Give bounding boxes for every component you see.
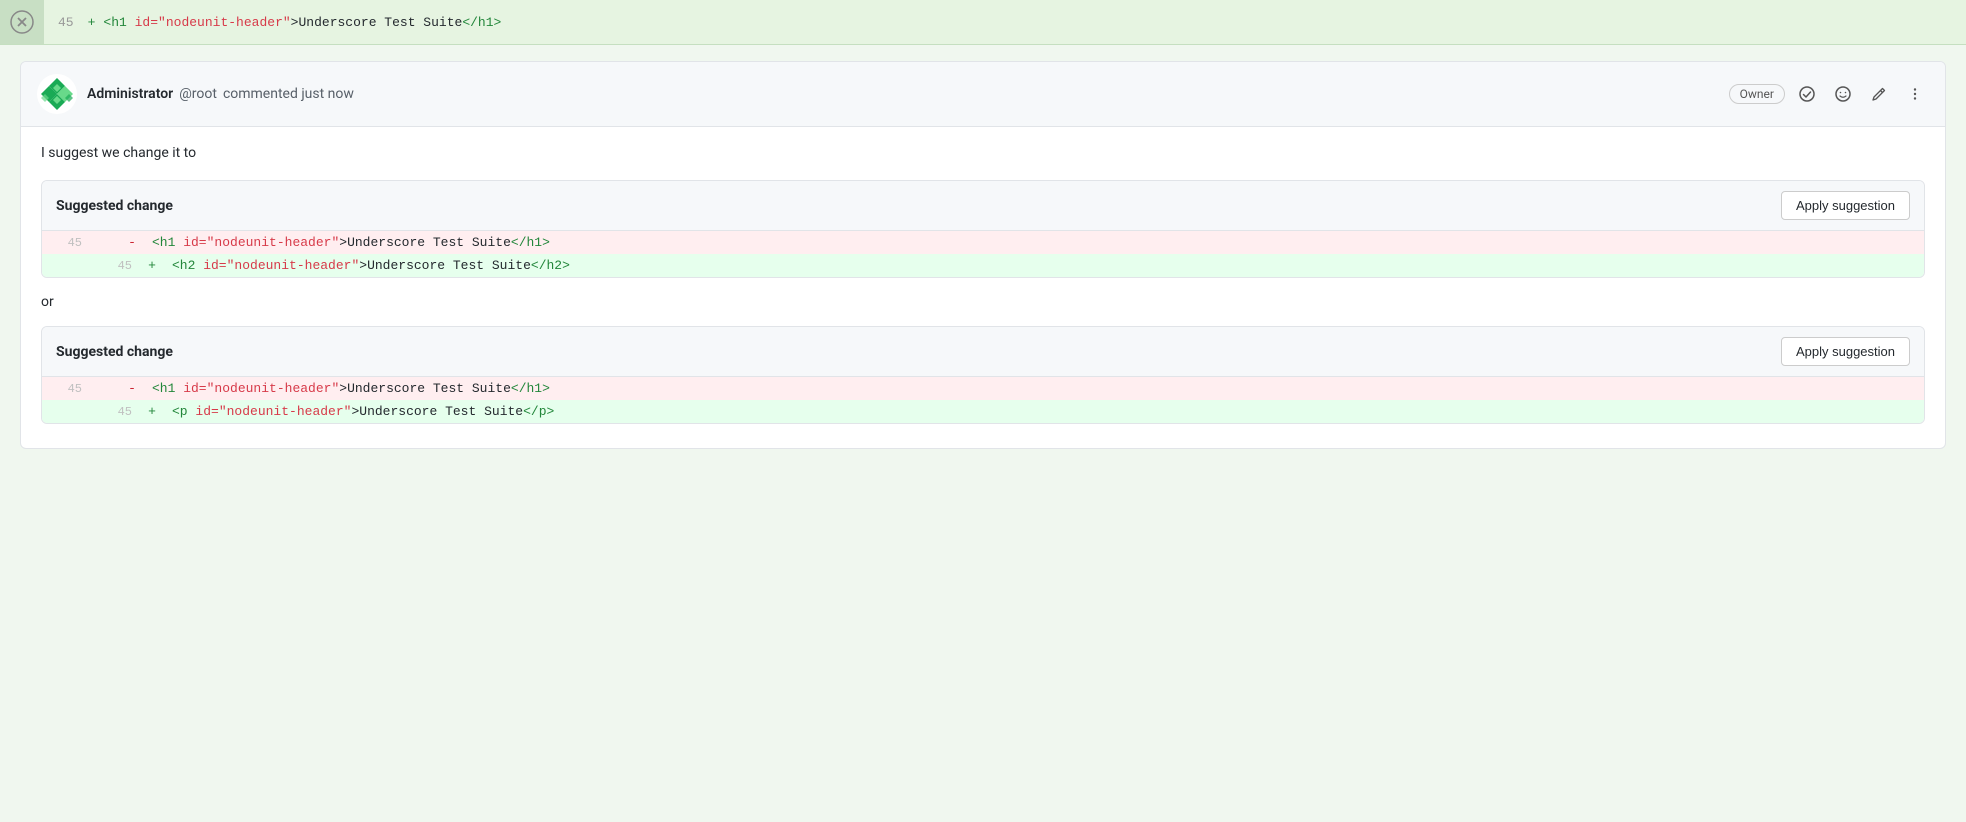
suggestion-box-2: Suggested change Apply suggestion 45 - <… <box>41 326 1925 424</box>
remove-marker-1: - <box>122 235 142 250</box>
diff-code: <h1 id="nodeunit-header">Underscore Test… <box>103 15 501 30</box>
remove-line-number-2: 45 <box>42 382 92 396</box>
comment-header-left: Administrator @root commented just now <box>37 74 354 114</box>
a1-gt: > <box>359 258 367 273</box>
a1-attr: id= <box>195 258 226 273</box>
a2-attr: id= <box>188 404 219 419</box>
remove-marker-2: - <box>122 381 142 396</box>
diff-remove-line-1: 45 - <h1 id="nodeunit-header">Underscore… <box>42 231 1924 254</box>
comment-text: I suggest we change it to <box>41 143 1925 164</box>
r1-tag-open: <h1 <box>152 235 175 250</box>
attr-val: "nodeunit-header" <box>158 15 291 30</box>
a2-text: Underscore Test Suite <box>359 404 523 419</box>
a1-close: </h2> <box>531 258 570 273</box>
line-number: 45 <box>58 15 74 30</box>
r2-text: Underscore Test Suite <box>347 381 511 396</box>
add-line-number-1: 45 <box>92 259 142 273</box>
r1-gt: > <box>339 235 347 250</box>
remove-code-2: <h1 id="nodeunit-header">Underscore Test… <box>142 381 550 396</box>
r2-tag-open: <h1 <box>152 381 175 396</box>
remove-line-number-1: 45 <box>42 236 92 250</box>
a2-close: </p> <box>523 404 554 419</box>
tag-text: Underscore Test Suite <box>298 15 462 30</box>
add-code-1: <h2 id="nodeunit-header">Underscore Test… <box>162 258 570 273</box>
a1-tag-open: <h2 <box>172 258 195 273</box>
comment-card: Administrator @root commented just now O… <box>20 61 1946 449</box>
suggestion-title-2: Suggested change <box>56 344 173 360</box>
add-marker-2: + <box>142 404 162 419</box>
apply-suggestion-button-1[interactable]: Apply suggestion <box>1781 191 1910 220</box>
comment-header-right: Owner <box>1729 82 1929 106</box>
suggestion-box-1: Suggested change Apply suggestion 45 - <… <box>41 180 1925 278</box>
a2-val: "nodeunit-header" <box>219 404 352 419</box>
comment-meta: Administrator @root commented just now <box>87 86 354 102</box>
close-button[interactable] <box>0 0 44 44</box>
emoji-button[interactable] <box>1829 82 1857 106</box>
r2-gt: > <box>339 381 347 396</box>
r1-attr: id= <box>175 235 206 250</box>
tag-close: </h1> <box>462 15 501 30</box>
r1-close: </h1> <box>511 235 550 250</box>
suggestion-header-2: Suggested change Apply suggestion <box>42 327 1924 377</box>
avatar <box>37 74 77 114</box>
apply-suggestion-button-2[interactable]: Apply suggestion <box>1781 337 1910 366</box>
resolve-button[interactable] <box>1793 82 1821 106</box>
diff-add-line-1: 45 + <h2 id="nodeunit-header">Underscore… <box>42 254 1924 277</box>
add-code-2: <p id="nodeunit-header">Underscore Test … <box>162 404 554 419</box>
comment-header: Administrator @root commented just now O… <box>21 62 1945 127</box>
a2-tag-open: <p <box>172 404 188 419</box>
author-name: Administrator <box>87 86 173 102</box>
diff-top-bar: 45 + <h1 id="nodeunit-header">Underscore… <box>0 0 1966 45</box>
author-handle: @root <box>179 86 217 102</box>
diff-add-line-2: 45 + <p id="nodeunit-header">Underscore … <box>42 400 1924 423</box>
diff-plus-marker: + <box>88 15 96 30</box>
more-menu-button[interactable] <box>1901 82 1929 106</box>
a1-val: "nodeunit-header" <box>227 258 360 273</box>
r1-text: Underscore Test Suite <box>347 235 511 250</box>
add-line-number-2: 45 <box>92 405 142 419</box>
or-separator: or <box>41 294 1925 310</box>
comment-body: I suggest we change it to Suggested chan… <box>21 127 1945 448</box>
r2-attr: id= <box>175 381 206 396</box>
attr-id: id= <box>127 15 158 30</box>
diff-remove-line-2: 45 - <h1 id="nodeunit-header">Underscore… <box>42 377 1924 400</box>
edit-button[interactable] <box>1865 82 1893 106</box>
add-marker-1: + <box>142 258 162 273</box>
remove-code-1: <h1 id="nodeunit-header">Underscore Test… <box>142 235 550 250</box>
r2-close: </h1> <box>511 381 550 396</box>
a1-text: Underscore Test Suite <box>367 258 531 273</box>
suggestion-title-1: Suggested change <box>56 198 173 214</box>
suggestion-header-1: Suggested change Apply suggestion <box>42 181 1924 231</box>
comment-time: commented just now <box>223 86 354 102</box>
owner-badge: Owner <box>1729 84 1785 104</box>
r2-val: "nodeunit-header" <box>207 381 340 396</box>
r1-val: "nodeunit-header" <box>207 235 340 250</box>
tag-open: <h1 <box>103 15 126 30</box>
diff-added-line: 45 + <h1 id="nodeunit-header">Underscore… <box>44 5 515 40</box>
